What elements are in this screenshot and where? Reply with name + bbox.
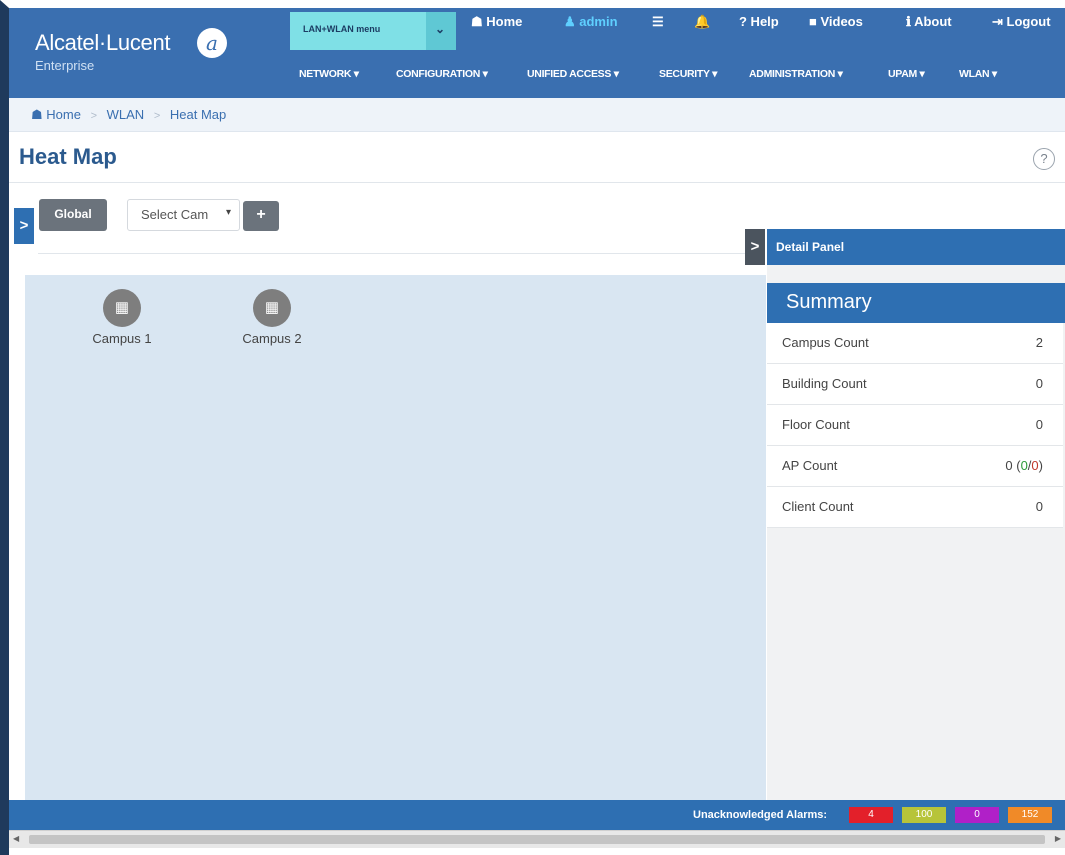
ap-count-total: 0 [1005,458,1013,473]
alarm-warning-badge[interactable]: 152 [1008,807,1052,823]
summary-value: 2 [1035,335,1043,350]
horizontal-scrollbar[interactable]: ◀ ▶ [9,830,1065,848]
breadcrumb-home[interactable]: ☗ Home [31,107,81,122]
lan-wlan-dropdown-toggle[interactable]: ⌄ [426,12,456,50]
logo-subtitle: Enterprise [35,58,95,73]
breadcrumb-separator: > [90,110,98,122]
nav-security[interactable]: SECURITY ▾ [659,68,717,80]
alarm-bell-icon[interactable]: 🔔 [694,14,710,30]
breadcrumb: ☗ Home > WLAN > Heat Map [9,98,1065,132]
brand-mark-icon: a [197,28,227,58]
ap-count-down: 0 [1031,458,1039,473]
sidebar-toggle[interactable]: > [14,208,34,244]
summary-title: Summary [767,283,1065,323]
alarm-major-badge[interactable]: 100 [902,807,946,823]
chevron-down-icon: ⌄ [435,22,446,36]
caret-down-icon: ▾ [225,207,231,218]
summary-table: Campus Count 2 Building Count 0 Floor Co… [767,323,1063,528]
videos-link[interactable]: ■ Videos [809,14,863,29]
divider [38,253,762,254]
summary-row: Building Count 0 [767,364,1063,405]
help-link[interactable]: ? Help [739,14,779,29]
nav-configuration[interactable]: CONFIGURATION ▾ [396,68,488,80]
alarms-label: Unacknowledged Alarms: [693,809,828,821]
summary-label: Campus Count [782,335,869,350]
nav-unified-access[interactable]: UNIFIED ACCESS ▾ [527,68,619,80]
scroll-thumb[interactable] [29,835,1045,844]
ap-count-up: 0 [1020,458,1028,473]
about-link[interactable]: ℹ About [906,14,952,30]
help-icon[interactable]: ? [1033,148,1055,170]
list-menu-icon[interactable]: ☰ [652,14,664,30]
status-bar: Unacknowledged Alarms: 4 100 0 152 [9,800,1065,830]
scroll-left-icon[interactable]: ◀ [13,834,19,843]
breadcrumb-separator: > [153,110,161,122]
logout-link[interactable]: ⇥ Logout [992,14,1051,30]
divider [9,182,1065,183]
scroll-right-icon[interactable]: ▶ [1055,834,1061,843]
campus-select-value: Select Cam [141,207,209,222]
summary-row: AP Count 0 (0/0) [767,446,1063,487]
campus-label: Campus 1 [92,331,152,346]
detail-panel-header: Detail Panel [767,229,1065,265]
summary-label: Client Count [782,499,854,514]
detail-panel-toggle[interactable]: > [745,229,765,265]
nav-administration[interactable]: ADMINISTRATION ▾ [749,68,843,80]
ap-count-value: 0 (0/0) [1005,458,1043,473]
top-header: Alcatel·Lucent Enterprise a LAN+WLAN men… [9,8,1065,98]
summary-value: 0 [1035,499,1043,514]
campus-item[interactable]: ▦ Campus 1 [77,289,167,346]
summary-value: 0 [1035,376,1043,391]
summary-row: Client Count 0 [767,487,1063,528]
building-icon: ▦ [103,289,141,327]
summary-value: 0 [1035,417,1043,432]
building-icon: ▦ [253,289,291,327]
heat-map-canvas[interactable]: ▦ Campus 1 ▦ Campus 2 [25,275,766,800]
alarm-minor-badge[interactable]: 0 [955,807,999,823]
page-title: Heat Map [19,144,117,169]
logo-text: Alcatel·Lucent [35,30,171,55]
lan-wlan-menu-select[interactable]: LAN+WLAN menu ⌄ [290,12,456,50]
add-button[interactable]: + [243,201,279,231]
campus-item[interactable]: ▦ Campus 2 [227,289,317,346]
logo[interactable]: Alcatel·Lucent Enterprise [35,30,171,73]
breadcrumb-wlan[interactable]: WLAN [107,107,145,122]
nav-wlan[interactable]: WLAN ▾ [959,68,997,80]
campus-label: Campus 2 [242,331,302,346]
summary-row: Floor Count 0 [767,405,1063,446]
admin-link[interactable]: ♟ admin [564,14,618,30]
breadcrumb-current: Heat Map [169,107,227,122]
summary-label: Building Count [782,376,867,391]
alarm-critical-badge[interactable]: 4 [849,807,893,823]
lan-wlan-menu-label: LAN+WLAN menu [303,24,381,34]
summary-row: Campus Count 2 [767,323,1063,364]
nav-network[interactable]: NETWORK ▾ [299,68,359,80]
global-button[interactable]: Global [39,199,107,231]
summary-label: AP Count [782,458,838,473]
home-link[interactable]: ☗ Home [471,14,522,30]
nav-upam[interactable]: UPAM ▾ [888,68,925,80]
summary-label: Floor Count [782,417,850,432]
campus-select[interactable]: Select Cam ▾ [127,199,240,231]
